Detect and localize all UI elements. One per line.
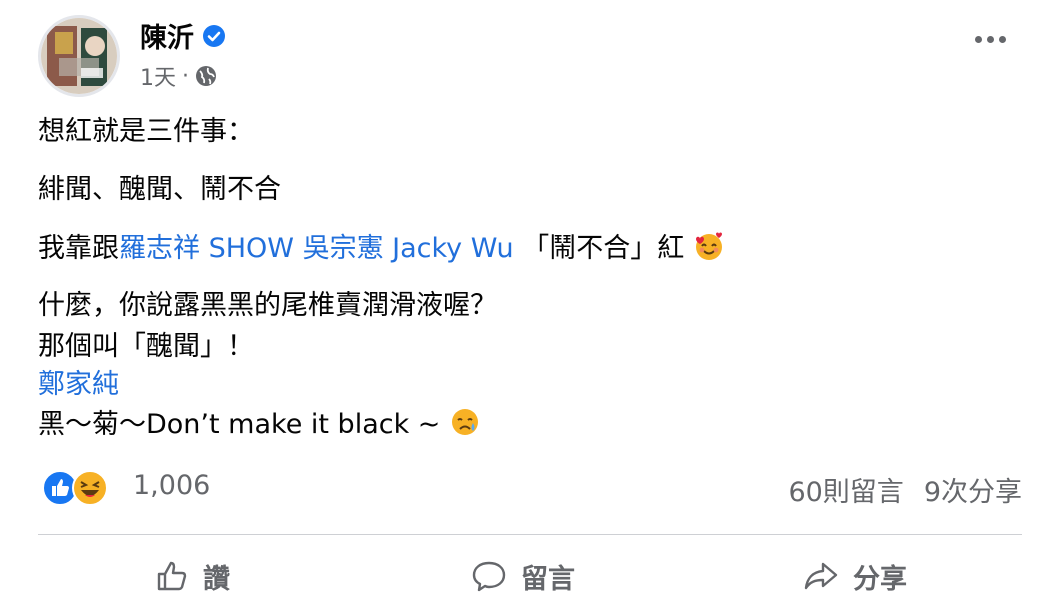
mention-link-3[interactable]: 鄭家純 <box>38 369 119 400</box>
more-options-icon[interactable] <box>975 36 1006 43</box>
post-meta: 1天 · <box>140 60 217 92</box>
comment-button[interactable]: 留言 <box>471 554 575 598</box>
like-button[interactable]: 讚 <box>155 554 230 598</box>
comment-label: 留言 <box>521 563 575 595</box>
reaction-count[interactable]: 1,006 <box>133 470 210 501</box>
post-timestamp[interactable]: 1天 <box>140 60 176 92</box>
post-text-line-3: 我靠跟羅志祥 SHOW 吳宗憲 Jacky Wu 「鬧不合」紅 <box>38 230 725 267</box>
author-name-row: 陳沂 <box>140 16 226 55</box>
reaction-icons[interactable] <box>42 470 108 506</box>
author-avatar[interactable] <box>38 15 120 97</box>
post-text-line-2: 緋聞、醜聞、鬧不合 <box>38 174 281 205</box>
post-text-line-7: 黑～菊～Don’t make it black ~ <box>38 406 481 443</box>
engagement-stats: 60則留言 9次分享 <box>788 470 1022 509</box>
meta-separator: · <box>182 63 189 89</box>
like-label: 讚 <box>203 563 230 595</box>
tear-face-emoji <box>452 409 479 435</box>
author-name[interactable]: 陳沂 <box>140 16 194 55</box>
line3-prefix: 我靠跟 <box>38 233 119 264</box>
facebook-post: 陳沂 1天 · 想紅就是三件事： 緋聞、醜聞、鬧不合 我靠跟羅志祥 SHOW 吳… <box>0 0 1060 596</box>
mention-link-1[interactable]: 羅志祥 SHOW <box>119 233 294 264</box>
smiling-face-with-hearts-emoji <box>695 232 722 260</box>
comment-count[interactable]: 60則留言 <box>788 470 903 509</box>
thumbs-up-icon <box>157 561 187 591</box>
post-text-line-6: 鄭家純 <box>38 367 119 403</box>
share-button[interactable]: 分享 <box>803 554 907 598</box>
share-label: 分享 <box>853 563 907 595</box>
haha-icon <box>72 470 108 506</box>
divider <box>38 534 1022 535</box>
globe-icon <box>196 66 216 86</box>
share-count[interactable]: 9次分享 <box>924 470 1022 509</box>
line7-text: 黑～菊～Don’t make it black ~ <box>38 409 441 440</box>
verified-badge-icon <box>203 24 225 47</box>
post-text-line-1: 想紅就是三件事： <box>38 116 254 147</box>
mention-link-2[interactable]: 吳宗憲 Jacky Wu <box>303 233 514 264</box>
post-text-line-4: 什麼，你說露黑黑的尾椎賣潤滑液喔？ <box>38 290 497 321</box>
post-text-line-5: 那個叫「醜聞」！ <box>38 331 254 362</box>
share-arrow-icon <box>804 562 838 590</box>
comment-icon <box>472 561 506 592</box>
line3-suffix: 「鬧不合」紅 <box>513 233 685 264</box>
